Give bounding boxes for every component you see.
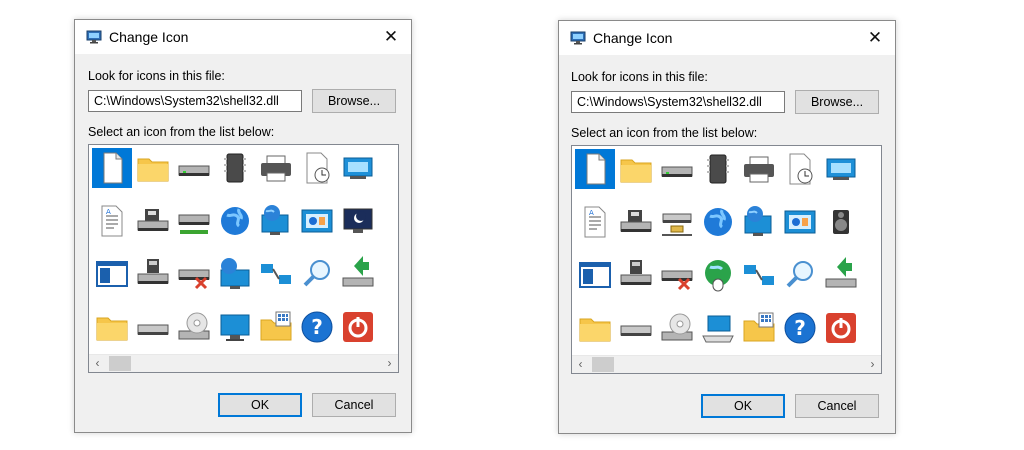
power-icon[interactable] xyxy=(338,307,378,347)
search-icon[interactable] xyxy=(297,254,337,294)
scroll-right-icon[interactable]: › xyxy=(381,355,398,372)
horizontal-scrollbar[interactable]: ‹ › xyxy=(572,355,881,373)
dialog-title: Change Icon xyxy=(109,29,189,45)
select-icon-label: Select an icon from the list below: xyxy=(88,125,275,139)
ok-button[interactable]: OK xyxy=(218,393,302,417)
folder-icon[interactable] xyxy=(92,307,132,347)
disconnected-drive-icon[interactable] xyxy=(657,255,697,295)
close-icon[interactable]: ✕ xyxy=(855,21,895,55)
help-icon[interactable]: ? xyxy=(780,308,820,348)
blank-document-icon[interactable] xyxy=(92,148,132,188)
send-to-drive-icon[interactable] xyxy=(821,255,861,295)
cd-drive-icon[interactable] xyxy=(657,308,697,348)
help-icon[interactable]: ? xyxy=(297,307,337,347)
control-panel-icon[interactable] xyxy=(297,201,337,241)
icon-file-path-input[interactable] xyxy=(571,91,785,113)
network-icon[interactable] xyxy=(739,255,779,295)
document-clock-icon[interactable] xyxy=(780,149,820,189)
browse-button[interactable]: Browse... xyxy=(312,89,396,113)
svg-text:?: ? xyxy=(311,315,323,339)
network-hub-icon[interactable] xyxy=(657,202,697,242)
svg-text:A: A xyxy=(106,208,111,216)
application-window-icon[interactable] xyxy=(575,255,615,295)
icon-file-path-input[interactable] xyxy=(88,90,302,112)
globe-monitor-icon[interactable] xyxy=(215,254,255,294)
scroll-left-icon[interactable]: ‹ xyxy=(89,355,106,372)
partial-icon[interactable] xyxy=(862,255,881,295)
title-bar[interactable]: Change Icon ✕ xyxy=(75,20,411,54)
send-to-drive-icon[interactable] xyxy=(338,254,378,294)
shortcut-arrow-icon[interactable] xyxy=(379,201,398,241)
memory-chip-icon[interactable] xyxy=(215,148,255,188)
speaker-icon[interactable] xyxy=(821,202,861,242)
hard-drive-icon[interactable] xyxy=(174,148,214,188)
drive-icon[interactable] xyxy=(616,308,656,348)
disconnected-drive-icon[interactable] xyxy=(174,254,214,294)
document-clock-icon[interactable] xyxy=(297,148,337,188)
network-globe-monitor-icon[interactable] xyxy=(739,202,779,242)
power-icon[interactable] xyxy=(821,308,861,348)
drive-icon[interactable] xyxy=(133,307,173,347)
printer-icon[interactable] xyxy=(739,149,779,189)
folder-icon[interactable] xyxy=(133,148,173,188)
scroll-right-icon[interactable]: › xyxy=(864,356,881,373)
ok-button[interactable]: OK xyxy=(701,394,785,418)
cd-drive-icon[interactable] xyxy=(174,307,214,347)
change-icon-dialog-classic: Change Icon ✕ Look for icons in this fil… xyxy=(558,20,896,434)
grid-folder-icon[interactable] xyxy=(256,307,296,347)
close-icon[interactable]: ✕ xyxy=(371,20,411,54)
network-icon[interactable] xyxy=(256,254,296,294)
floppy-drive-icon[interactable] xyxy=(616,255,656,295)
cancel-button[interactable]: Cancel xyxy=(795,394,879,418)
network-drive-icon[interactable] xyxy=(133,201,173,241)
partial-icon[interactable] xyxy=(862,149,881,189)
browse-button[interactable]: Browse... xyxy=(795,90,879,114)
shortcut-arrow-icon[interactable] xyxy=(379,148,398,188)
text-document-icon[interactable]: A xyxy=(92,201,132,241)
folder-icon[interactable] xyxy=(575,308,615,348)
memory-chip-icon[interactable] xyxy=(698,149,738,189)
sleep-monitor-icon[interactable] xyxy=(338,201,378,241)
svg-text:?: ? xyxy=(794,316,806,340)
application-window-icon[interactable] xyxy=(92,254,132,294)
scroll-thumb[interactable] xyxy=(109,356,131,371)
printer-icon[interactable] xyxy=(256,148,296,188)
grid-folder-icon[interactable] xyxy=(739,308,779,348)
select-icon-label: Select an icon from the list below: xyxy=(571,126,758,140)
monitor-icon xyxy=(86,29,102,45)
partial-icon[interactable] xyxy=(862,308,881,348)
look-for-label: Look for icons in this file: xyxy=(88,69,225,83)
drive-connected-icon[interactable] xyxy=(174,201,214,241)
scroll-thumb[interactable] xyxy=(592,357,614,372)
network-globe-monitor-icon[interactable] xyxy=(256,201,296,241)
computer-keyboard-icon[interactable] xyxy=(698,308,738,348)
folder-icon[interactable] xyxy=(616,149,656,189)
monitor-icon[interactable] xyxy=(215,307,255,347)
change-icon-dialog-modern: Change Icon ✕ Look for icons in this fil… xyxy=(74,19,412,433)
hard-drive-icon[interactable] xyxy=(657,149,697,189)
icon-list[interactable]: ? A ‹ › xyxy=(571,145,882,374)
shortcut-arrow-icon[interactable] xyxy=(862,202,881,242)
monitor-icon xyxy=(570,30,586,46)
svg-text:A: A xyxy=(589,209,594,217)
cancel-button[interactable]: Cancel xyxy=(312,393,396,417)
partial-icon[interactable] xyxy=(379,307,398,347)
scroll-left-icon[interactable]: ‹ xyxy=(572,356,589,373)
control-panel-icon[interactable] xyxy=(780,202,820,242)
floppy-drive-icon[interactable] xyxy=(133,254,173,294)
title-bar[interactable]: Change Icon ✕ xyxy=(559,21,895,55)
text-document-icon[interactable]: A xyxy=(575,202,615,242)
globe-icon[interactable] xyxy=(215,201,255,241)
display-settings-icon[interactable] xyxy=(338,148,378,188)
globe-icon[interactable] xyxy=(698,202,738,242)
look-for-label: Look for icons in this file: xyxy=(571,70,708,84)
display-settings-icon[interactable] xyxy=(821,149,861,189)
horizontal-scrollbar[interactable]: ‹ › xyxy=(89,354,398,372)
mouse-globe-icon[interactable] xyxy=(698,255,738,295)
blank-document-icon[interactable] xyxy=(575,149,615,189)
search-icon[interactable] xyxy=(780,255,820,295)
network-drive-icon[interactable] xyxy=(616,202,656,242)
icon-list[interactable]: ? A ‹ › xyxy=(88,144,399,373)
dialog-title: Change Icon xyxy=(593,30,673,46)
